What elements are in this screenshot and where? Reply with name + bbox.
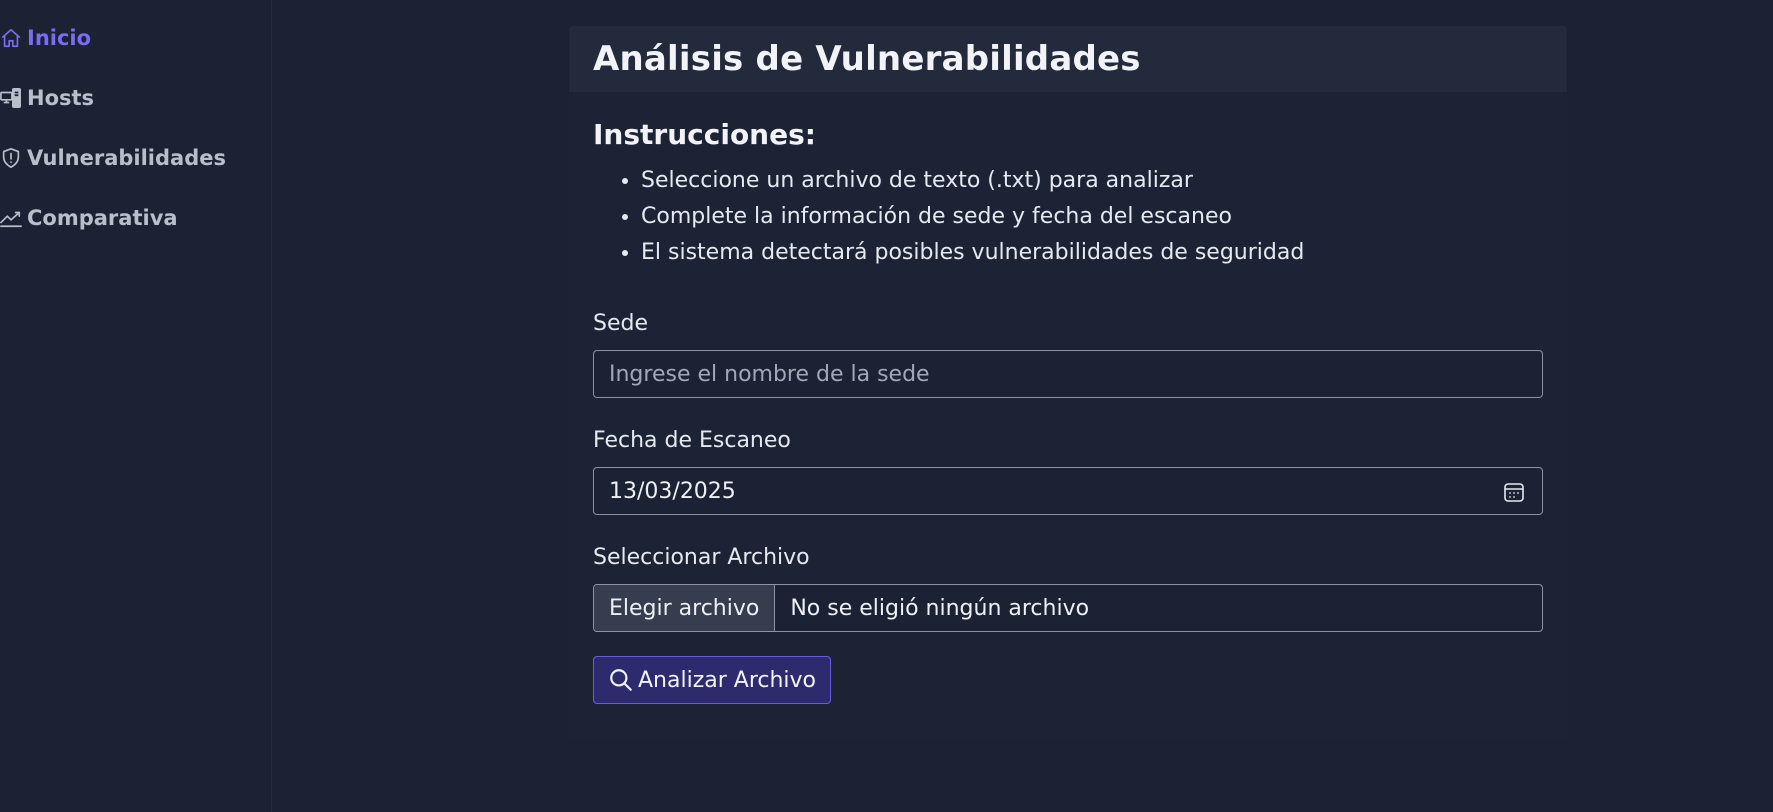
server-icon bbox=[0, 86, 24, 110]
sidebar-item-label: Comparativa bbox=[27, 206, 178, 230]
sidebar-item-hosts[interactable]: Hosts bbox=[0, 80, 94, 116]
instructions-list: Seleccione un archivo de texto (.txt) pa… bbox=[593, 163, 1543, 271]
sidebar-item-comparativa[interactable]: Comparativa bbox=[0, 200, 178, 236]
file-input[interactable]: Elegir archivo No se eligió ningún archi… bbox=[593, 584, 1543, 632]
list-item: Complete la información de sede y fecha … bbox=[641, 199, 1543, 235]
archivo-label: Seleccionar Archivo bbox=[593, 545, 810, 570]
shield-exclamation-icon bbox=[0, 146, 24, 170]
list-item: El sistema detectará posibles vulnerabil… bbox=[641, 235, 1543, 271]
sidebar-item-vulnerabilidades[interactable]: Vulnerabilidades bbox=[0, 140, 226, 176]
sidebar-item-label: Inicio bbox=[27, 26, 92, 50]
instructions-heading: Instrucciones: bbox=[593, 118, 816, 151]
fecha-label: Fecha de Escaneo bbox=[593, 428, 791, 453]
card-body: Instrucciones: Seleccione un archivo de … bbox=[569, 92, 1567, 704]
app-root: Inicio Hosts Vulnerabilidades Comparativ… bbox=[0, 0, 1773, 812]
sede-input[interactable] bbox=[593, 350, 1543, 398]
list-item: Seleccione un archivo de texto (.txt) pa… bbox=[641, 163, 1543, 199]
home-icon bbox=[0, 26, 24, 50]
fecha-value: 13/03/2025 bbox=[609, 478, 736, 504]
file-status: No se eligió ningún archivo bbox=[790, 595, 1090, 621]
sidebar-item-inicio[interactable]: Inicio bbox=[0, 20, 91, 56]
calendar-icon[interactable] bbox=[1502, 480, 1526, 504]
line-chart-icon bbox=[0, 206, 24, 230]
sidebar: Inicio Hosts Vulnerabilidades Comparativ… bbox=[0, 0, 272, 812]
card-header: Análisis de Vulnerabilidades bbox=[569, 26, 1567, 92]
choose-file-button[interactable]: Elegir archivo bbox=[594, 585, 776, 631]
page-title: Análisis de Vulnerabilidades bbox=[593, 39, 1141, 79]
analyze-file-button[interactable]: Analizar Archivo bbox=[593, 656, 832, 704]
analysis-card: Análisis de Vulnerabilidades Instruccion… bbox=[569, 26, 1567, 741]
sidebar-item-label: Vulnerabilidades bbox=[27, 146, 226, 170]
analyze-button-label: Analizar Archivo bbox=[638, 667, 817, 693]
fecha-date-input[interactable]: 13/03/2025 bbox=[593, 467, 1543, 515]
sede-label: Sede bbox=[593, 311, 648, 336]
search-icon bbox=[608, 667, 634, 693]
sidebar-item-label: Hosts bbox=[27, 86, 95, 110]
